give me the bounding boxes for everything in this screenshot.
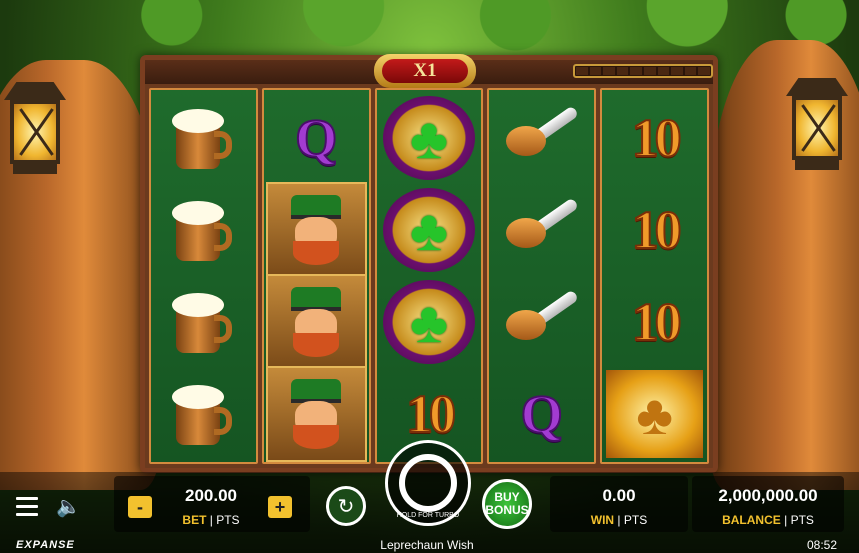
symbol-pipe	[491, 276, 592, 368]
pipe-icon	[502, 197, 582, 260]
leprechaun-icon	[265, 182, 367, 278]
beer-mug-icon	[172, 195, 234, 265]
pipe-icon	[502, 289, 582, 352]
spin-hint: HOLD FOR TURBO	[396, 512, 460, 519]
bet-value: 200.00	[185, 486, 237, 505]
autoplay-button[interactable]: ↻	[326, 486, 366, 526]
beer-mug-icon	[172, 103, 234, 173]
symbol-pipe	[491, 184, 592, 276]
symbol-q: Q	[266, 92, 367, 184]
symbol-10-text: 10	[631, 107, 683, 169]
beer-mug-icon	[172, 287, 234, 357]
symbol-clover: ♣	[379, 276, 480, 368]
symbol-clover: ♣	[379, 184, 480, 276]
bet-increase-button[interactable]: +	[268, 496, 292, 518]
buy-bonus-button[interactable]: BUY BONUS	[482, 479, 532, 529]
symbol-10: 10	[604, 184, 705, 276]
reel-3: ♣ ♣ ♣ 10	[374, 88, 484, 464]
leprechaun-icon	[265, 274, 367, 370]
speaker-icon[interactable]: 🔈	[56, 494, 81, 519]
symbol-q-text: Q	[520, 383, 564, 445]
provider-logo: EXPANSE	[16, 539, 75, 551]
reel-2: Q	[261, 88, 371, 464]
clover-icon: ♣	[382, 280, 475, 364]
symbol-beer-mug	[153, 276, 254, 368]
beer-mug-icon	[172, 379, 234, 449]
symbol-10-text: 10	[631, 199, 683, 261]
spin-icon	[399, 454, 457, 512]
reels-grid: Q ♣ ♣ ♣ 10 Q 10 10 10 ♣	[149, 88, 709, 464]
bonus-progress-meter	[573, 64, 713, 78]
symbol-10: 10	[604, 92, 705, 184]
symbol-10-text: 10	[405, 383, 457, 445]
symbol-leprechaun	[265, 182, 367, 278]
reel-4: Q	[487, 88, 597, 464]
symbol-beer-mug	[153, 184, 254, 276]
symbol-q-text: Q	[294, 107, 338, 169]
clover-icon: ♣	[382, 188, 475, 272]
symbol-beer-mug	[153, 368, 254, 460]
symbol-q: Q	[491, 368, 592, 460]
reel-1	[149, 88, 258, 464]
multiplier-badge: X1	[374, 54, 476, 88]
balance-value: 2,000,000.00	[718, 486, 818, 505]
bet-decrease-button[interactable]: -	[128, 496, 152, 518]
pipe-icon	[502, 105, 582, 168]
clover-icon: ♣	[382, 96, 475, 180]
symbol-gold-coin: ♣	[604, 368, 705, 460]
balance-label: BALANCE | PTS	[722, 513, 814, 527]
symbol-clover: ♣	[379, 92, 480, 184]
symbol-beer-mug	[153, 92, 254, 184]
right-lantern	[786, 78, 848, 178]
symbol-10: 10	[604, 276, 705, 368]
symbol-leprechaun	[265, 366, 367, 462]
win-value: 0.00	[602, 486, 636, 505]
symbol-10-text: 10	[631, 291, 683, 353]
win-label: WIN | PTS	[590, 513, 648, 527]
menu-icon[interactable]	[16, 497, 38, 516]
clock: 08:52	[806, 538, 837, 552]
symbol-leprechaun	[265, 274, 367, 370]
reel-frame: X1 Q ♣ ♣ ♣ 10 Q 10 10 10 ♣	[140, 54, 718, 473]
multiplier-value: X1	[382, 59, 468, 83]
game-title: Leprechaun Wish	[380, 538, 474, 552]
tree-canopy	[0, 0, 859, 60]
gold-coin-icon: ♣	[606, 370, 703, 458]
leprechaun-icon	[265, 366, 367, 462]
left-lantern	[4, 82, 66, 182]
bet-label: BET | PTS	[182, 513, 240, 527]
reel-5: 10 10 10 ♣	[600, 88, 709, 464]
symbol-pipe	[491, 92, 592, 184]
